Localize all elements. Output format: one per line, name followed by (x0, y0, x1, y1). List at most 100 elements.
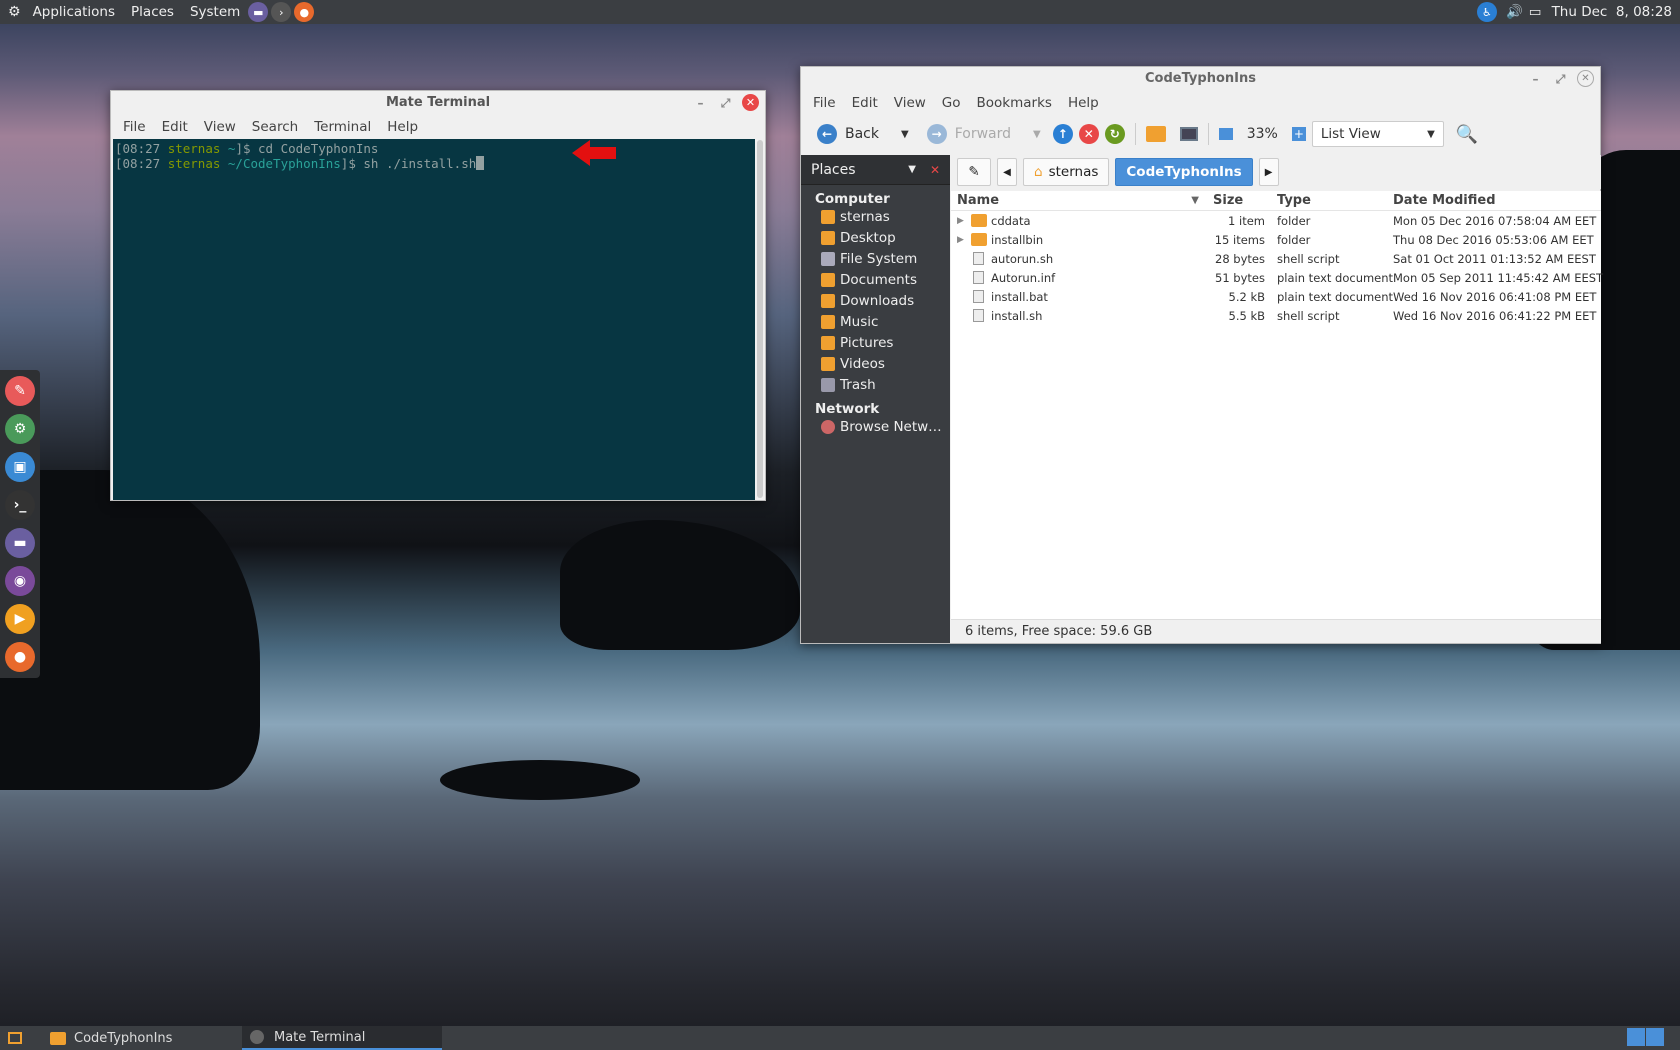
menu-view[interactable]: View (886, 95, 934, 111)
menu-help[interactable]: Help (1060, 95, 1107, 111)
table-row[interactable]: Autorun.inf 51 bytes plain text document… (951, 268, 1603, 287)
terminal-scrollbar[interactable] (757, 140, 763, 498)
dock-settings-icon[interactable]: ⚙ (5, 414, 35, 444)
show-desktop-icon[interactable] (8, 1032, 22, 1044)
menu-file[interactable]: File (805, 95, 844, 111)
dock-terminal-icon[interactable]: ›_ (5, 490, 35, 520)
menu-go[interactable]: Go (934, 95, 969, 111)
clock[interactable]: Thu Dec 8, 08:28 (1552, 4, 1672, 20)
file-list: Name ▼ Size Type Date Modified ▶ cddata 1 … (951, 191, 1603, 619)
sidebar-item-trash[interactable]: Trash (801, 374, 950, 395)
maximize-button[interactable]: ⤢ (1552, 70, 1569, 87)
taskbar-item-file-manager[interactable]: CodeTyphonIns (42, 1026, 242, 1050)
table-row[interactable]: ▶ installbin 15 items folder Thu 08 Dec 2… (951, 230, 1601, 249)
column-header-date[interactable]: Date Modified (1387, 193, 1601, 208)
sidebar-item-videos[interactable]: Videos (801, 353, 950, 374)
expander-icon[interactable]: ▶ (957, 235, 967, 245)
path-button-current[interactable]: CodeTyphonIns (1115, 158, 1253, 186)
files-launcher-icon[interactable]: ▬ (248, 2, 269, 22)
workspace-switcher[interactable] (1627, 1028, 1664, 1046)
mate-logo-icon[interactable]: ⚙ (0, 4, 25, 20)
menu-terminal[interactable]: Terminal (306, 119, 379, 135)
menu-bookmarks[interactable]: Bookmarks (969, 95, 1060, 111)
dock-firefox-icon[interactable]: ● (5, 642, 35, 672)
column-header-type[interactable]: Type (1271, 193, 1387, 208)
status-bar: 6 items, Free space: 59.6 GB (951, 619, 1601, 643)
search-icon[interactable]: 🔍 (1456, 124, 1478, 145)
sidebar-item-downloads[interactable]: Downloads (801, 290, 950, 311)
close-button[interactable]: ✕ (1577, 70, 1594, 87)
expander-icon[interactable]: ▶ (957, 216, 967, 226)
menu-file[interactable]: File (115, 119, 154, 135)
taskbar-item-terminal[interactable]: Mate Terminal (242, 1026, 442, 1050)
folder-icon (971, 233, 987, 246)
sidebar-item-home[interactable]: sternas (801, 206, 950, 227)
chevron-down-icon[interactable]: ▼ (901, 129, 909, 140)
network-icon[interactable]: ▭ (1529, 4, 1542, 20)
fm-titlebar[interactable]: CodeTyphonIns – ⤢ ✕ (801, 67, 1600, 91)
desktop-icon (821, 230, 835, 245)
dock-app-store-icon[interactable]: ✎ (5, 376, 35, 406)
sidebar-item-documents[interactable]: Documents (801, 269, 950, 290)
menu-applications[interactable]: Applications (25, 0, 123, 24)
system-tray: ♿ 🔊 ▭ Thu Dec 8, 08:28 (1476, 0, 1680, 24)
zoom-in-icon[interactable]: + (1291, 127, 1306, 141)
firefox-launcher-icon[interactable]: ● (294, 2, 315, 22)
sidebar-item-file-system[interactable]: File System (801, 248, 950, 269)
close-sidebar-icon[interactable]: ✕ (930, 163, 940, 177)
accessibility-icon[interactable]: ♿ (1476, 2, 1497, 22)
table-row[interactable]: autorun.sh 28 bytes shell script Sat 01 … (951, 249, 1601, 268)
column-header-name[interactable]: Name ▼ (951, 193, 1207, 208)
path-scroll-right-button[interactable]: ▶ (1258, 158, 1279, 186)
column-header-size[interactable]: Size (1207, 193, 1271, 208)
menu-edit[interactable]: Edit (844, 95, 886, 111)
dock-files-icon[interactable]: ▬ (5, 528, 35, 558)
volume-icon[interactable]: 🔊 (1506, 4, 1523, 20)
sidebar-section-network: Network (815, 401, 880, 417)
table-row[interactable]: ▶ cddata 1 item folder Mon 05 Dec 2016 07… (951, 211, 1601, 230)
menu-help[interactable]: Help (379, 119, 426, 135)
back-button[interactable]: ← Back ▼ (811, 124, 915, 144)
up-arrow-icon[interactable]: ↑ (1052, 124, 1073, 144)
view-select[interactable]: List View ▼ (1311, 121, 1444, 147)
sidebar-item-desktop[interactable]: Desktop (801, 227, 950, 248)
table-row[interactable]: install.sh 5.5 kB shell script Wed 16 No… (951, 306, 1601, 325)
toolbar-separator (1207, 123, 1209, 145)
dock-media-player-icon[interactable]: ▶ (5, 604, 35, 634)
zoom-out-icon[interactable] (1218, 128, 1233, 140)
workspace-2[interactable] (1646, 1028, 1664, 1046)
menu-view[interactable]: View (196, 119, 244, 135)
minimize-button[interactable]: – (1527, 70, 1544, 87)
menu-places[interactable]: Places (123, 0, 182, 24)
chevron-down-icon[interactable]: ▼ (1033, 129, 1041, 140)
music-icon (821, 314, 835, 329)
file-manager-window: CodeTyphonIns – ⤢ ✕ File Edit View Go Bo… (800, 66, 1603, 644)
close-button[interactable]: ✕ (742, 94, 759, 111)
terminal-output[interactable]: [08:27 sternas ~]$ cd CodeTyphonIns [08:… (113, 139, 755, 500)
dock-pidgin-icon[interactable]: ◉ (5, 566, 35, 596)
path-button-home[interactable]: ⌂ sternas (1023, 158, 1110, 186)
videos-icon (821, 356, 835, 371)
reload-icon[interactable]: ↻ (1104, 124, 1125, 144)
sidebar-header: Places ▼ ✕ (801, 155, 950, 185)
toggle-location-button[interactable]: ✎ (957, 158, 991, 186)
forward-button[interactable]: → Forward ▼ (921, 124, 1047, 144)
menu-system[interactable]: System (182, 0, 248, 24)
dock-archive-icon[interactable]: ▣ (5, 452, 35, 482)
stop-icon[interactable]: ✕ (1078, 124, 1099, 144)
chevron-down-icon[interactable]: ▼ (908, 164, 916, 175)
home-folder-icon[interactable] (1145, 126, 1166, 142)
workspace-1[interactable] (1627, 1028, 1645, 1046)
sidebar-item-browse-network[interactable]: Browse Netw… (801, 416, 950, 437)
terminal-titlebar[interactable]: Mate Terminal – ⤢ ✕ (111, 91, 765, 115)
terminal-launcher-icon[interactable]: › (271, 2, 292, 22)
table-row[interactable]: install.bat 5.2 kB plain text document W… (951, 287, 1601, 306)
sidebar-item-pictures[interactable]: Pictures (801, 332, 950, 353)
menu-edit[interactable]: Edit (154, 119, 196, 135)
computer-icon[interactable] (1179, 127, 1198, 141)
menu-search[interactable]: Search (244, 119, 306, 135)
minimize-button[interactable]: – (692, 94, 709, 111)
sidebar-item-music[interactable]: Music (801, 311, 950, 332)
path-scroll-left-button[interactable]: ◀ (997, 158, 1017, 186)
maximize-button[interactable]: ⤢ (717, 94, 734, 111)
